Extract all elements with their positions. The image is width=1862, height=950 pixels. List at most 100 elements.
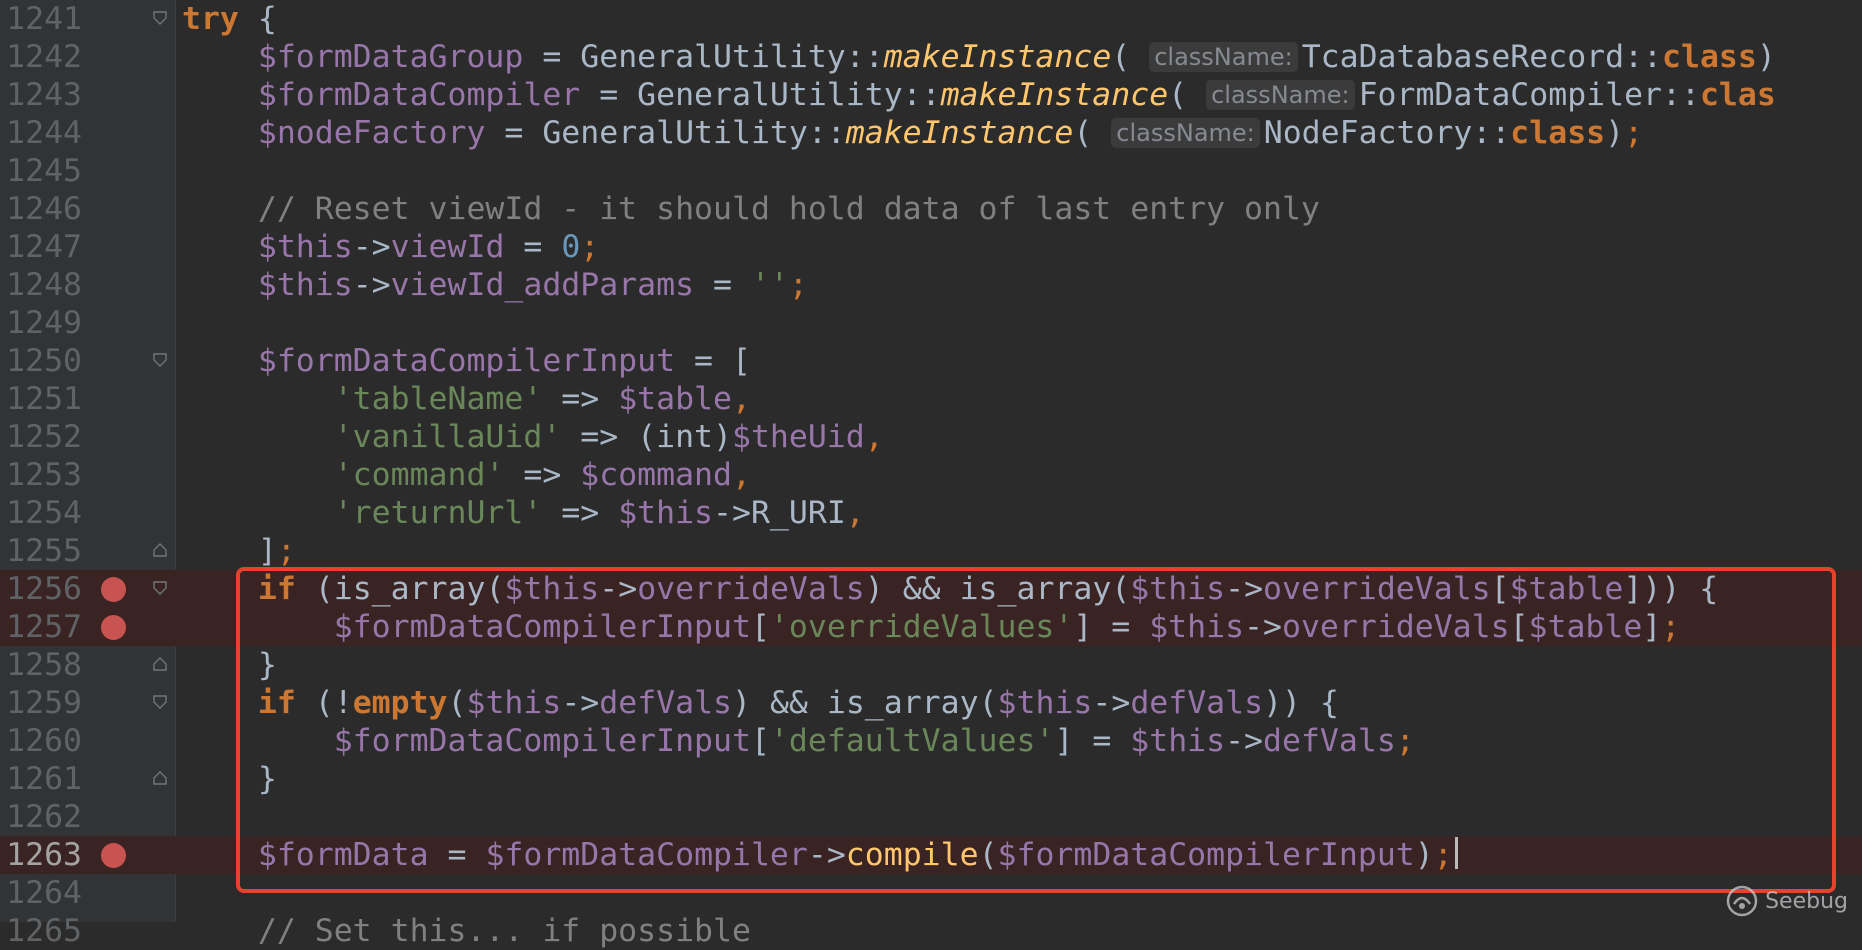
code-text[interactable]: ]; <box>182 532 296 570</box>
code-token: [ <box>1490 571 1510 607</box>
code-token: = GeneralUtility:: <box>523 39 884 75</box>
line-number[interactable]: 1249 <box>0 304 82 342</box>
fold-open-icon[interactable] <box>153 11 167 25</box>
fold-close-icon[interactable] <box>153 657 167 671</box>
line-number[interactable]: 1244 <box>0 114 82 152</box>
code-text[interactable]: 'vanillaUid' => (int)$theUid, <box>182 418 884 456</box>
code-token: makeInstance <box>845 115 1074 151</box>
line-number[interactable]: 1255 <box>0 532 82 570</box>
code-line[interactable]: 1253 'command' => $command, <box>0 456 1862 494</box>
line-number[interactable]: 1245 <box>0 152 82 190</box>
code-line[interactable]: 1254 'returnUrl' => $this->R_URI, <box>0 494 1862 532</box>
code-text[interactable]: $nodeFactory = GeneralUtility::makeInsta… <box>182 114 1643 152</box>
fold-open-icon[interactable] <box>153 353 167 367</box>
code-token: , <box>731 457 751 493</box>
code-line[interactable]: 1258 } <box>0 646 1862 684</box>
code-token: 'tableName' <box>333 381 543 417</box>
code-text[interactable]: } <box>182 646 277 684</box>
code-line[interactable]: 1242 $formDataGroup = GeneralUtility::ma… <box>0 38 1862 76</box>
code-text[interactable]: // Reset viewId - it should hold data of… <box>182 190 1320 228</box>
code-token: ( <box>978 837 998 873</box>
line-number[interactable]: 1253 <box>0 456 82 494</box>
code-token: $this <box>466 685 562 721</box>
breakpoint-icon[interactable] <box>101 577 126 602</box>
code-token: $this <box>1130 571 1226 607</box>
code-line[interactable]: 1259 if (!empty($this->defVals) && is_ar… <box>0 684 1862 722</box>
code-line[interactable]: 1264 <box>0 874 1862 912</box>
code-line[interactable]: 1251 'tableName' => $table, <box>0 380 1862 418</box>
code-text[interactable]: $formDataGroup = GeneralUtility::makeIns… <box>182 38 1776 76</box>
line-number[interactable]: 1260 <box>0 722 82 760</box>
code-line[interactable]: 1257 $formDataCompilerInput['overrideVal… <box>0 608 1862 646</box>
code-text[interactable]: } <box>182 760 277 798</box>
code-token: ] <box>1642 609 1662 645</box>
code-line[interactable]: 1262 <box>0 798 1862 836</box>
code-line[interactable]: 1248 $this->viewId_addParams = ''; <box>0 266 1862 304</box>
code-line[interactable]: 1263 $formData = $formDataCompiler->comp… <box>0 836 1862 874</box>
line-number[interactable]: 1251 <box>0 380 82 418</box>
code-text[interactable]: if (is_array($this->overrideVals) && is_… <box>182 570 1718 608</box>
code-token: ] = <box>1073 609 1150 645</box>
line-number[interactable]: 1250 <box>0 342 82 380</box>
line-number[interactable]: 1252 <box>0 418 82 456</box>
code-token: ) <box>1414 837 1434 873</box>
line-number[interactable]: 1262 <box>0 798 82 836</box>
fold-open-icon[interactable] <box>153 581 167 595</box>
fold-open-icon[interactable] <box>153 695 167 709</box>
code-token: ; <box>1395 723 1415 759</box>
code-token: -> <box>1092 685 1131 721</box>
line-number[interactable]: 1258 <box>0 646 82 684</box>
line-number[interactable]: 1247 <box>0 228 82 266</box>
code-text[interactable]: $this->viewId = 0; <box>182 228 599 266</box>
code-text[interactable]: 'returnUrl' => $this->R_URI, <box>182 494 865 532</box>
line-number[interactable]: 1248 <box>0 266 82 304</box>
line-number[interactable]: 1263 <box>0 836 82 874</box>
fold-close-icon[interactable] <box>153 543 167 557</box>
code-text[interactable]: $formData = $formDataCompiler->compile($… <box>182 836 1458 874</box>
line-number[interactable]: 1265 <box>0 912 82 950</box>
line-number[interactable]: 1243 <box>0 76 82 114</box>
line-number[interactable]: 1246 <box>0 190 82 228</box>
line-number[interactable]: 1254 <box>0 494 82 532</box>
line-number[interactable]: 1242 <box>0 38 82 76</box>
line-number[interactable]: 1261 <box>0 760 82 798</box>
fold-close-icon[interactable] <box>153 771 167 785</box>
code-line[interactable]: 1250 $formDataCompilerInput = [ <box>0 342 1862 380</box>
code-text[interactable]: try { <box>182 0 277 38</box>
code-text[interactable]: 'command' => $command, <box>182 456 751 494</box>
code-line[interactable]: 1249 <box>0 304 1862 342</box>
code-text[interactable]: $this->viewId_addParams = ''; <box>182 266 808 304</box>
line-number[interactable]: 1264 <box>0 874 82 912</box>
code-text[interactable]: $formDataCompilerInput['defaultValues'] … <box>182 722 1415 760</box>
code-line[interactable]: 1260 $formDataCompilerInput['defaultValu… <box>0 722 1862 760</box>
code-line[interactable]: 1247 $this->viewId = 0; <box>0 228 1862 266</box>
code-text[interactable]: 'tableName' => $table, <box>182 380 751 418</box>
line-number[interactable]: 1257 <box>0 608 82 646</box>
code-line[interactable]: 1245 <box>0 152 1862 190</box>
line-number[interactable]: 1259 <box>0 684 82 722</box>
code-text[interactable]: if (!empty($this->defVals) && is_array($… <box>182 684 1339 722</box>
code-token: ) && is_array( <box>732 685 998 721</box>
code-text[interactable]: $formDataCompiler = GeneralUtility::make… <box>182 76 1776 114</box>
code-token: -> <box>352 267 391 303</box>
code-line[interactable]: 1243 $formDataCompiler = GeneralUtility:… <box>0 76 1862 114</box>
code-token: [ <box>1509 609 1529 645</box>
line-number[interactable]: 1256 <box>0 570 82 608</box>
code-line[interactable]: 1252 'vanillaUid' => (int)$theUid, <box>0 418 1862 456</box>
code-line[interactable]: 1244 $nodeFactory = GeneralUtility::make… <box>0 114 1862 152</box>
code-line[interactable]: 1265 // Set this... if possible <box>0 912 1862 950</box>
breakpoint-icon[interactable] <box>101 843 126 868</box>
code-line[interactable]: 1241 try { <box>0 0 1862 38</box>
breakpoint-icon[interactable] <box>101 615 126 640</box>
code-line[interactable]: 1255 ]; <box>0 532 1862 570</box>
line-number[interactable]: 1241 <box>0 0 82 38</box>
code-line[interactable]: 1261 } <box>0 760 1862 798</box>
code-line[interactable]: 1246 // Reset viewId - it should hold da… <box>0 190 1862 228</box>
code-text[interactable]: // Set this... if possible <box>182 912 751 950</box>
code-text[interactable]: $formDataCompilerInput['overrideValues']… <box>182 608 1681 646</box>
code-line[interactable]: 1256 if (is_array($this->overrideVals) &… <box>0 570 1862 608</box>
code-text[interactable]: $formDataCompilerInput = [ <box>182 342 751 380</box>
